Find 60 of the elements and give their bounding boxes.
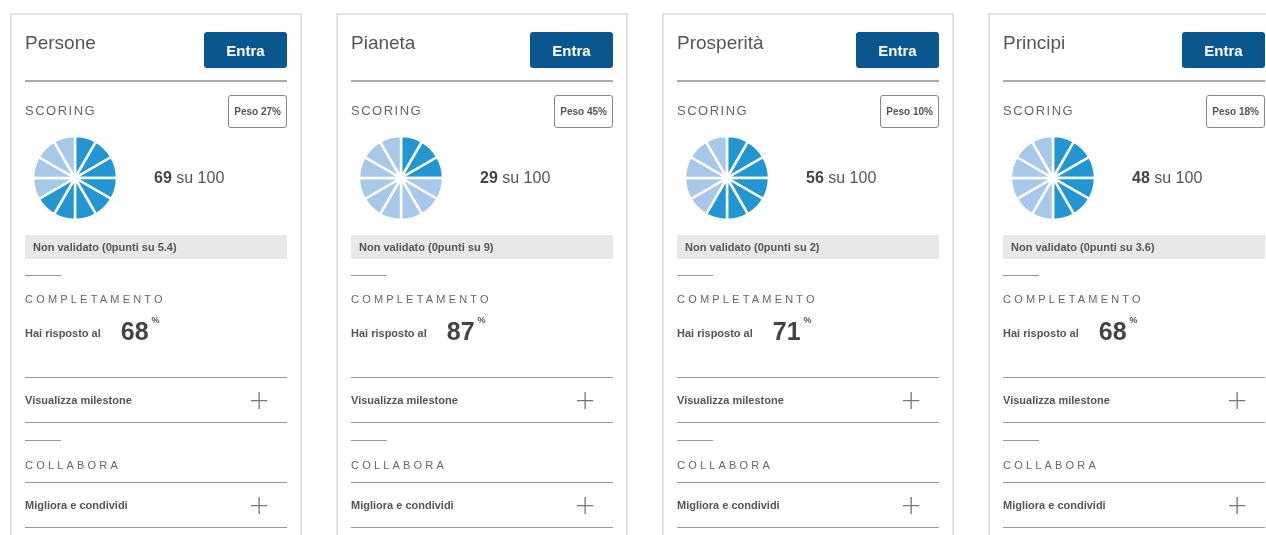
plus-icon[interactable]: + <box>574 387 596 413</box>
share-link[interactable]: Migliora e condividi <box>677 499 780 511</box>
section-label: SCORING <box>677 102 749 118</box>
section-label: COMPLETAMENTO <box>351 293 493 305</box>
section-label: COLLABORA <box>677 459 775 471</box>
enter-button[interactable]: Entra <box>856 32 939 68</box>
answered-label: Hai risposto al <box>351 327 427 339</box>
percent-value: 68 <box>120 317 149 346</box>
answered-label: Hai risposto al <box>677 327 753 339</box>
validation-status: Non validato (0punti su 9) <box>351 235 613 259</box>
share-link[interactable]: Migliora e condividi <box>351 499 454 511</box>
section-label: COMPLETAMENTO <box>1003 293 1145 305</box>
plus-icon[interactable]: + <box>900 387 922 413</box>
section-label: COLLABORA <box>25 459 123 471</box>
section-label: COLLABORA <box>351 459 449 471</box>
section-label: COLLABORA <box>1003 459 1101 471</box>
card-title: Pianeta <box>351 32 416 54</box>
answered-label: Hai risposto al <box>1003 327 1079 339</box>
plus-icon[interactable]: + <box>574 492 596 518</box>
score-text: 69 su 100 <box>154 169 225 187</box>
score-text: 56 su 100 <box>806 169 877 187</box>
plus-icon[interactable]: + <box>900 492 922 518</box>
percent-sign: % <box>477 315 486 325</box>
percent-value: 87 <box>446 317 475 346</box>
section-label: SCORING <box>351 102 423 118</box>
card-title: Principi <box>1003 32 1066 54</box>
validation-status: Non validato (0punti su 3.6) <box>1003 235 1265 259</box>
percent-sign: % <box>1129 315 1138 325</box>
validation-status: Non validato (0punti su 5.4) <box>25 235 287 259</box>
plus-icon[interactable]: + <box>248 492 270 518</box>
weight-badge: Peso 45% <box>554 95 613 128</box>
card-title: Prosperità <box>677 32 764 54</box>
enter-button[interactable]: Entra <box>530 32 613 68</box>
plus-icon[interactable]: + <box>1226 492 1248 518</box>
answered-label: Hai risposto al <box>25 327 101 339</box>
weight-badge: Peso 10% <box>880 95 939 128</box>
plus-icon[interactable]: + <box>1226 387 1248 413</box>
weight-badge: Peso 18% <box>1206 95 1265 128</box>
plus-icon[interactable]: + <box>248 387 270 413</box>
milestone-link[interactable]: Visualizza milestone <box>677 394 784 406</box>
percent-sign: % <box>151 315 160 325</box>
percent-value: 68 <box>1098 317 1127 346</box>
section-label: COMPLETAMENTO <box>25 293 167 305</box>
section-label: COMPLETAMENTO <box>677 293 819 305</box>
share-link[interactable]: Migliora e condividi <box>25 499 128 511</box>
weight-badge: Peso 27% <box>228 95 287 128</box>
share-link[interactable]: Migliora e condividi <box>1003 499 1106 511</box>
percent-value: 71 <box>772 317 801 346</box>
milestone-link[interactable]: Visualizza milestone <box>1003 394 1110 406</box>
card-title: Persone <box>25 32 96 54</box>
milestone-link[interactable]: Visualizza milestone <box>351 394 458 406</box>
score-text: 48 su 100 <box>1132 169 1203 187</box>
section-label: SCORING <box>25 102 97 118</box>
score-text: 29 su 100 <box>480 169 551 187</box>
validation-status: Non validato (0punti su 2) <box>677 235 939 259</box>
enter-button[interactable]: Entra <box>204 32 287 68</box>
section-label: SCORING <box>1003 102 1075 118</box>
percent-sign: % <box>803 315 812 325</box>
enter-button[interactable]: Entra <box>1182 32 1265 68</box>
milestone-link[interactable]: Visualizza milestone <box>25 394 132 406</box>
